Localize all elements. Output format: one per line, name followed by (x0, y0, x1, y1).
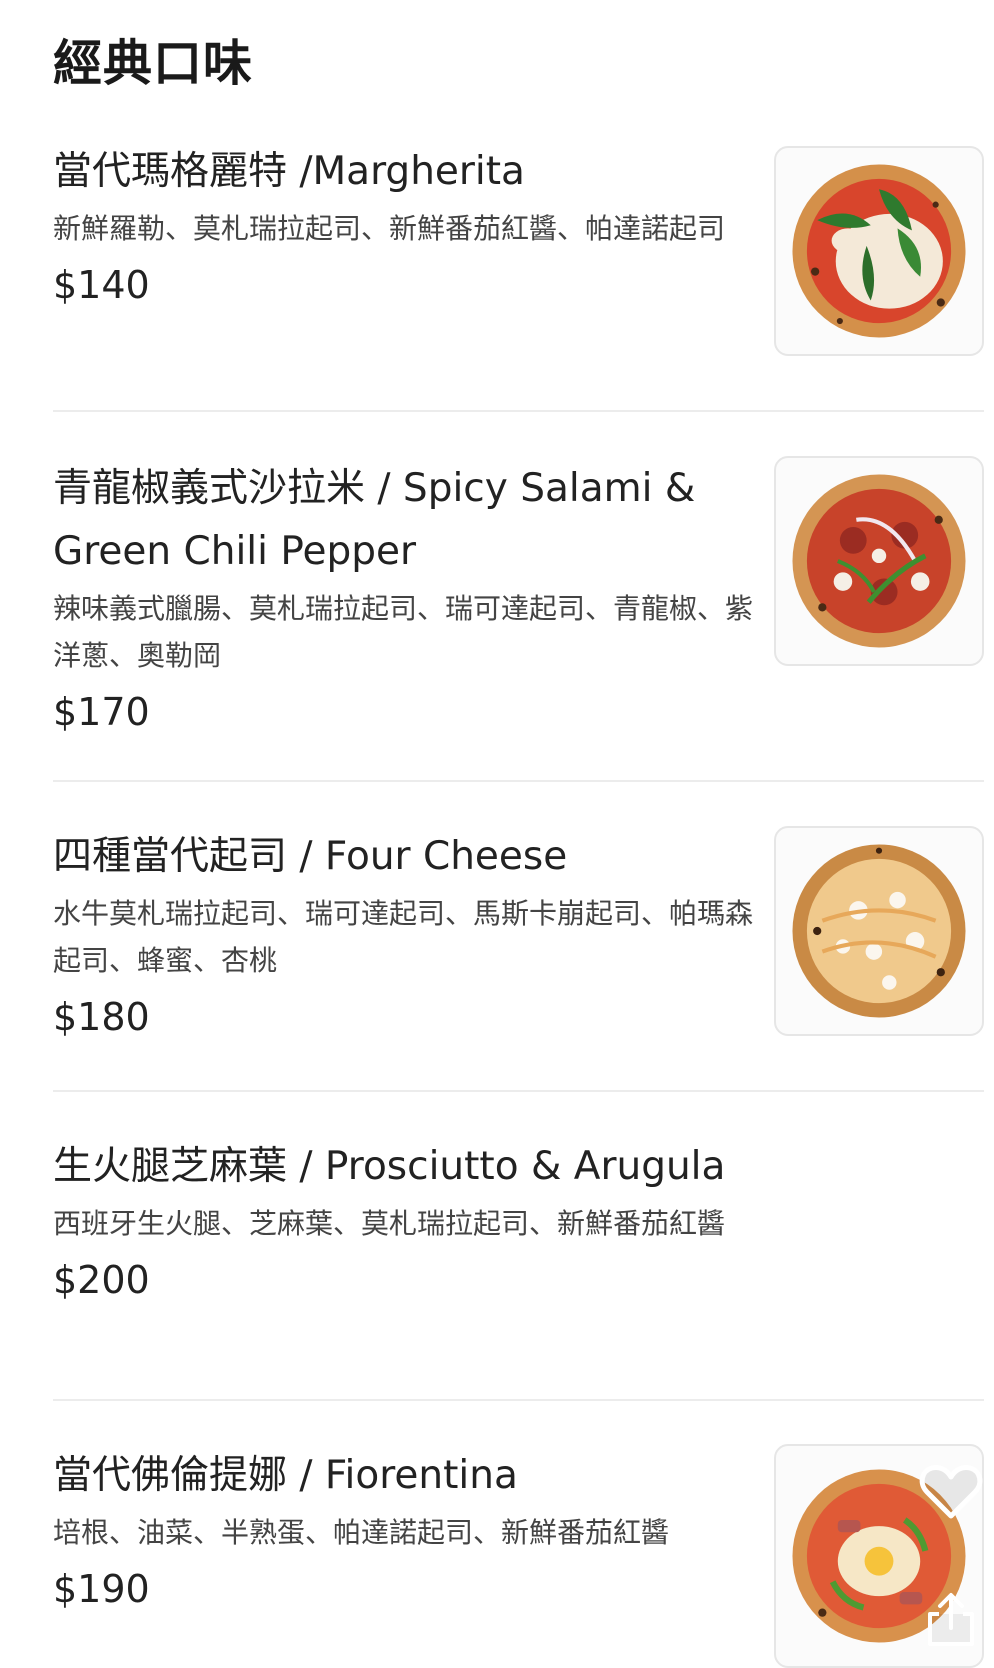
margherita-pizza-image[interactable] (774, 146, 984, 356)
item-price: $200 (53, 1258, 150, 1302)
item-description: 西班牙生火腿、芝麻葉、莫札瑞拉起司、新鮮番茄紅醬 (53, 1207, 726, 1240)
divider (53, 780, 984, 782)
divider (53, 1090, 984, 1092)
heart-icon[interactable] (918, 1462, 984, 1522)
share-icon[interactable] (922, 1590, 980, 1648)
menu-item-prosciutto-arugula[interactable]: 生火腿芝麻葉 / Prosciutto & Arugula 西班牙生火腿、芝麻葉… (53, 1135, 943, 1305)
item-name: 四種當代起司 / Four Cheese (53, 834, 568, 879)
section-title: 經典口味 (53, 35, 254, 92)
divider (53, 1399, 984, 1401)
spicy-salami-pizza-image[interactable] (774, 456, 984, 666)
item-price: $170 (53, 690, 150, 734)
item-name: 生火腿芝麻葉 / Prosciutto & Arugula (53, 1144, 726, 1189)
item-description: 水牛莫札瑞拉起司、瑞可達起司、馬斯卡崩起司、帕瑪森起司、蜂蜜、杏桃 (53, 897, 754, 977)
item-description: 培根、油菜、半熟蛋、帕達諾起司、新鮮番茄紅醬 (53, 1516, 670, 1549)
divider (53, 410, 984, 412)
item-description: 新鮮羅勒、莫札瑞拉起司、新鮮番茄紅醬、帕達諾起司 (53, 212, 726, 245)
four-cheese-pizza-image[interactable] (774, 826, 984, 1036)
item-name: 當代佛倫提娜 / Fiorentina (53, 1453, 518, 1498)
item-description: 辣味義式臘腸、莫札瑞拉起司、瑞可達起司、青龍椒、紫洋蔥、奧勒岡 (53, 592, 754, 672)
item-name: 青龍椒義式沙拉米 / Spicy Salami & Green Chili Pe… (53, 466, 696, 574)
item-name: 當代瑪格麗特 /Margherita (53, 149, 525, 194)
